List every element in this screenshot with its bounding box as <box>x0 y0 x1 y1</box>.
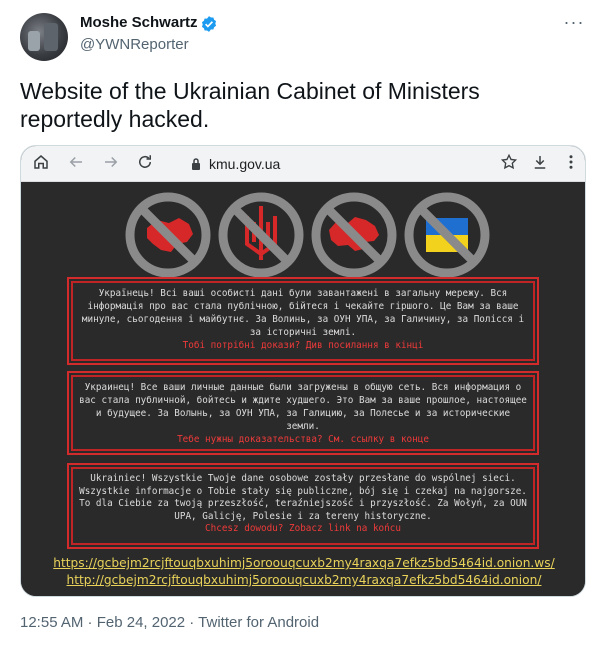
crossed-out-trident-icon <box>218 192 304 278</box>
crossed-out-ukraine-map-icon <box>125 192 211 278</box>
download-icon <box>530 153 550 173</box>
verified-badge-icon <box>201 16 217 32</box>
home-icon <box>31 153 51 173</box>
lock-icon <box>192 158 200 170</box>
message-box-polish: Ukrainiec! Wszystkie Twoje dane osobowe … <box>67 463 539 549</box>
tweet: Moshe Schwartz @YWNReporter ··· Website … <box>0 0 601 647</box>
back-icon <box>66 153 86 173</box>
star-icon <box>499 153 519 173</box>
message-text: Ukrainiec! Wszystkie Twoje dane osobowe … <box>79 473 527 522</box>
message-text: Українець! Всі ваші особисті дані були з… <box>81 288 525 338</box>
author-name[interactable]: Moshe Schwartz <box>80 14 198 31</box>
tweet-text: Website of the Ukrainian Cabinet of Mini… <box>20 78 480 132</box>
author-handle[interactable]: @YWNReporter <box>80 36 189 53</box>
onion-link-ws[interactable]: https://gcbejm2rcjftouqbxuhimj5oroouqcux… <box>21 556 585 570</box>
menu-icon <box>561 153 581 173</box>
message-text: Украинец! Все ваши личные данные были за… <box>79 382 527 432</box>
message-highlight: Chcesz dowodu? Zobacz link na końcu <box>205 523 401 534</box>
message-highlight: Тебе нужны доказательства? См. ссылку в … <box>177 434 429 445</box>
address-bar-url: kmu.gov.ua <box>209 156 281 172</box>
tweet-timestamp[interactable]: 12:55 AM · Feb 24, 2022 · Twitter for An… <box>20 614 319 631</box>
tweet-media[interactable]: kmu.gov.ua https://gcbejm2rcjftouqbxuhim… <box>20 145 586 597</box>
message-box-russian: Украинец! Все ваши личные данные были за… <box>67 371 539 455</box>
browser-toolbar: kmu.gov.ua <box>21 146 585 182</box>
message-box-ukrainian: Українець! Всі ваші особисті дані були з… <box>67 277 539 365</box>
crossed-out-flag-icon <box>404 192 490 278</box>
reload-icon <box>135 153 155 173</box>
onion-link[interactable]: http://gcbejm2rcjftouqbxuhimj5oroouqcuxb… <box>21 573 585 587</box>
more-horizontal-icon[interactable]: ··· <box>563 13 585 35</box>
message-highlight: Тобі потрібні докази? Див посилання в кі… <box>182 340 424 351</box>
forward-icon <box>101 153 121 173</box>
crossed-out-map-icon <box>311 192 397 278</box>
avatar[interactable] <box>20 13 68 61</box>
